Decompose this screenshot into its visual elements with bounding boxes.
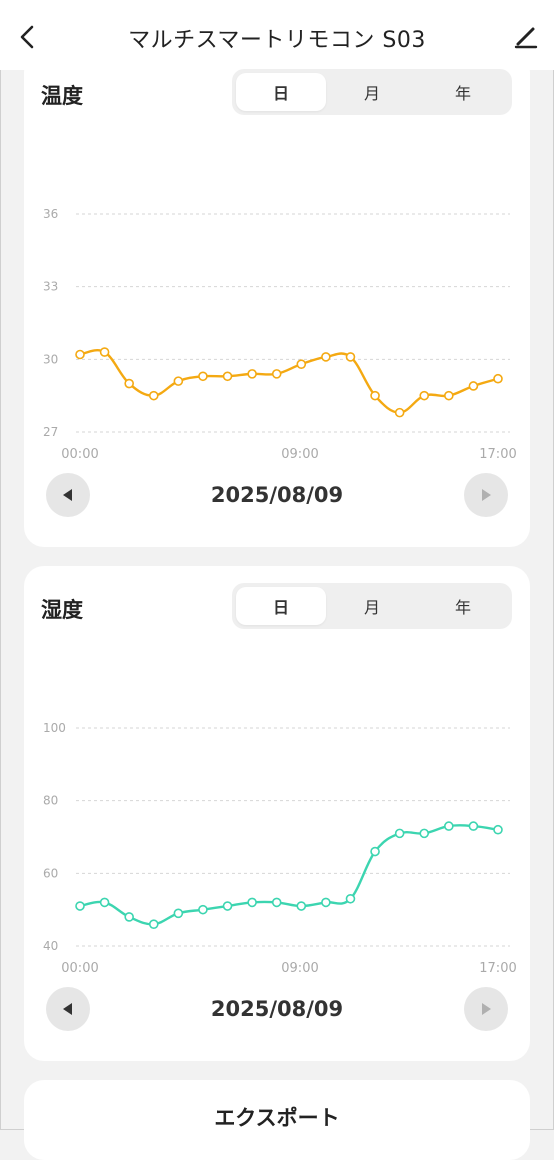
y-tick-label: 36 bbox=[43, 207, 58, 221]
data-point bbox=[148, 919, 159, 929]
data-point bbox=[198, 904, 208, 915]
data-point bbox=[148, 390, 159, 401]
humidity-card: 湿度 日 月 年 40 60 80 100 00:00 09:00 17:00 2025/0… bbox=[24, 566, 530, 1061]
segment-year[interactable]: 年 bbox=[418, 587, 508, 625]
triangle-right-icon bbox=[482, 1003, 491, 1015]
data-point bbox=[124, 912, 134, 922]
card-title: 湿度 bbox=[41, 598, 83, 622]
data-point bbox=[173, 908, 184, 919]
x-tick-label: 00:00 bbox=[61, 961, 98, 976]
period-segmented-control: 日 月 年 bbox=[232, 583, 512, 629]
segment-day[interactable]: 日 bbox=[236, 587, 326, 625]
y-tick-label: 100 bbox=[43, 721, 66, 735]
data-point bbox=[271, 369, 282, 379]
data-point bbox=[468, 381, 479, 391]
data-point bbox=[370, 390, 380, 401]
data-point bbox=[321, 897, 331, 908]
page-title: マルチスマートリモコン S03 bbox=[128, 28, 426, 53]
data-point bbox=[99, 347, 110, 357]
edit-button[interactable] bbox=[512, 22, 540, 50]
segment-month[interactable]: 月 bbox=[327, 587, 417, 625]
triangle-right-icon bbox=[482, 489, 491, 501]
data-point bbox=[394, 407, 405, 418]
data-point bbox=[198, 371, 208, 382]
data-point bbox=[444, 390, 454, 401]
data-point bbox=[345, 893, 356, 904]
x-tick-label: 17:00 bbox=[479, 961, 516, 976]
humidity-line-chart: 40 60 80 100 00:00 09:00 17:00 bbox=[43, 721, 517, 976]
y-tick-label: 40 bbox=[43, 939, 58, 953]
data-point bbox=[493, 824, 503, 835]
temperature-line-chart: 27 30 33 36 00:00 09:00 17:00 bbox=[43, 207, 517, 462]
data-point bbox=[173, 376, 184, 386]
data-point bbox=[321, 352, 331, 362]
y-tick-label: 30 bbox=[43, 352, 58, 366]
data-point bbox=[75, 349, 85, 360]
period-segmented-control: 日 月 年 bbox=[232, 69, 512, 115]
data-point bbox=[222, 371, 233, 382]
export-card[interactable]: エクスポート bbox=[24, 1080, 530, 1160]
series-line bbox=[79, 824, 499, 926]
data-point bbox=[222, 901, 233, 911]
next-day-button[interactable] bbox=[464, 987, 508, 1031]
y-tick-label: 27 bbox=[43, 425, 58, 439]
data-point bbox=[99, 897, 110, 908]
x-tick-label: 00:00 bbox=[61, 447, 98, 462]
y-tick-label: 33 bbox=[43, 280, 58, 294]
x-tick-label: 09:00 bbox=[281, 961, 318, 976]
data-point bbox=[247, 897, 257, 908]
date-label: 2025/08/09 bbox=[210, 483, 344, 507]
card-title: 温度 bbox=[41, 84, 83, 108]
data-point bbox=[370, 846, 380, 857]
data-point bbox=[493, 373, 503, 384]
data-point bbox=[419, 828, 430, 839]
export-button-label: エクスポート bbox=[214, 1106, 340, 1130]
date-label: 2025/08/09 bbox=[210, 997, 344, 1021]
next-day-button[interactable] bbox=[464, 473, 508, 517]
data-point bbox=[124, 378, 134, 389]
data-point bbox=[468, 821, 479, 831]
data-point bbox=[394, 828, 405, 839]
data-point bbox=[296, 359, 307, 369]
data-point bbox=[419, 390, 430, 401]
y-tick-label: 80 bbox=[43, 794, 58, 808]
x-tick-label: 09:00 bbox=[281, 447, 318, 462]
data-point bbox=[75, 901, 85, 911]
segment-year[interactable]: 年 bbox=[418, 73, 508, 111]
x-tick-label: 17:00 bbox=[479, 447, 516, 462]
data-point bbox=[296, 901, 307, 911]
segment-day[interactable]: 日 bbox=[236, 73, 326, 111]
segment-month[interactable]: 月 bbox=[327, 73, 417, 111]
data-point bbox=[271, 897, 282, 908]
data-point bbox=[444, 821, 454, 831]
data-point bbox=[345, 352, 356, 362]
data-point bbox=[247, 369, 257, 379]
pencil-icon bbox=[514, 27, 538, 49]
temperature-card: 温度 日 月 年 27 30 33 36 00:00 09:00 17:00 2025/08… bbox=[24, 52, 530, 547]
y-tick-label: 60 bbox=[43, 866, 58, 880]
